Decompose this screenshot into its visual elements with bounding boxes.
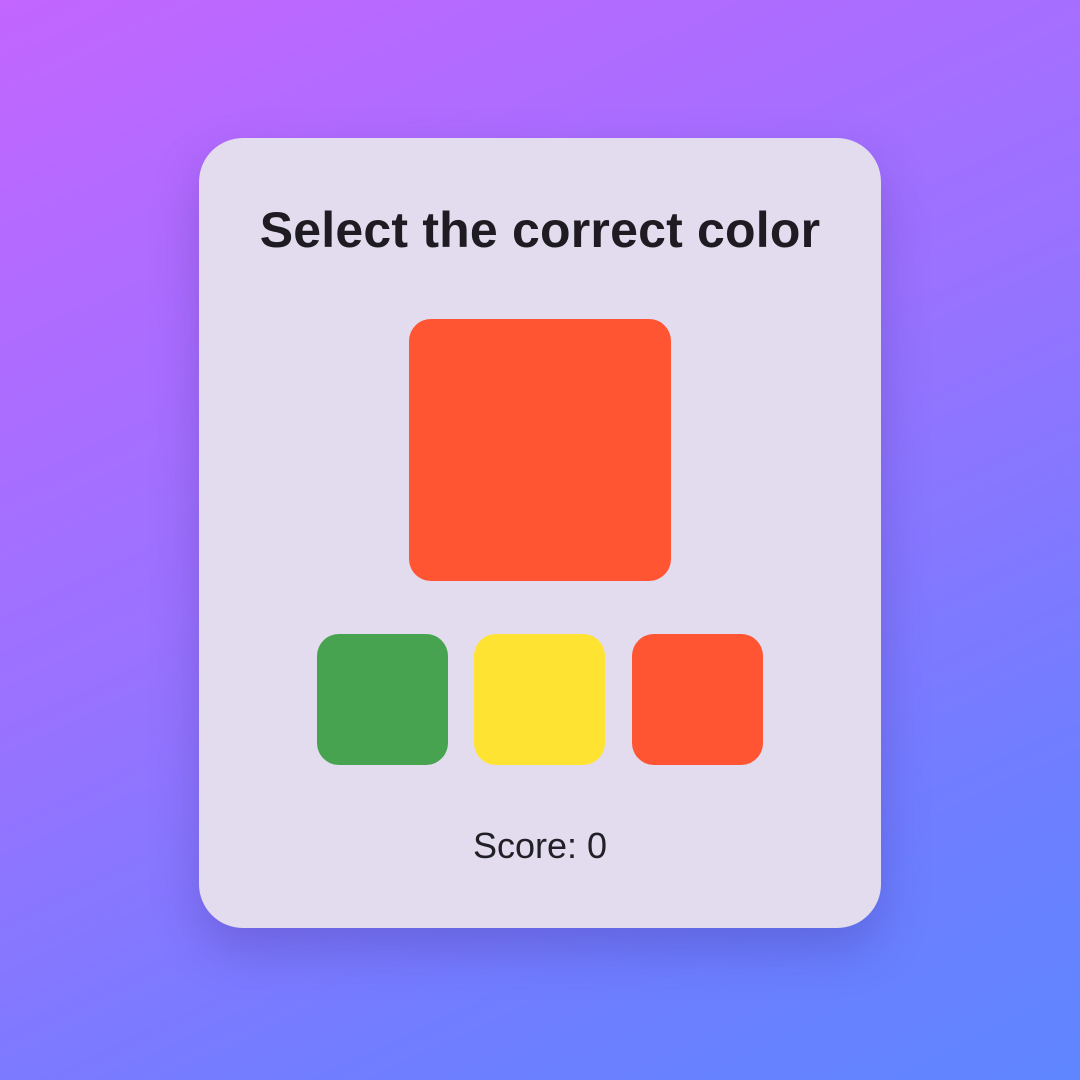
- target-color-swatch: [409, 319, 671, 581]
- game-title: Select the correct color: [259, 202, 821, 258]
- game-card: Select the correct color Score: 0: [199, 138, 881, 928]
- color-options: [317, 634, 763, 765]
- score-display: Score: 0: [472, 825, 608, 866]
- color-option-yellow[interactable]: [474, 634, 605, 765]
- color-option-green[interactable]: [317, 634, 448, 765]
- color-option-orange-red[interactable]: [632, 634, 763, 765]
